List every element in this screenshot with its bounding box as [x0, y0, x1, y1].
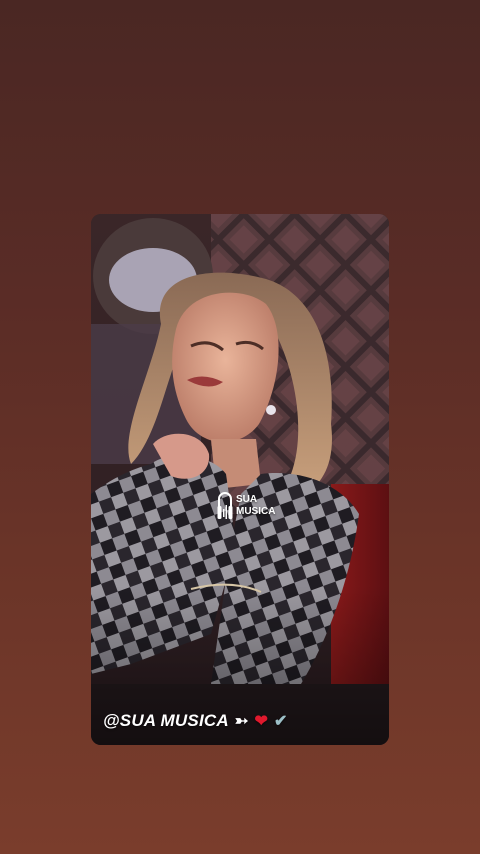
video-frame	[91, 214, 389, 745]
arrow-icon: ➳	[234, 713, 249, 730]
story-card[interactable]: SUA MUSICA @SUA MUSICA ➳ ❤ ✔	[91, 214, 389, 745]
check-icon: ✔	[274, 713, 288, 730]
headphones-logo-icon	[217, 492, 233, 519]
watermark-line-1: SUA	[236, 494, 258, 505]
watermark-text: SUA MUSICA	[236, 494, 275, 518]
caption-handle: @SUA MUSICA	[103, 711, 229, 730]
brand-watermark: SUA MUSICA	[217, 489, 275, 523]
watermark-line-2: MUSICA	[236, 506, 276, 517]
story-caption: @SUA MUSICA ➳ ❤ ✔	[103, 711, 288, 731]
heart-icon: ❤	[254, 713, 269, 730]
